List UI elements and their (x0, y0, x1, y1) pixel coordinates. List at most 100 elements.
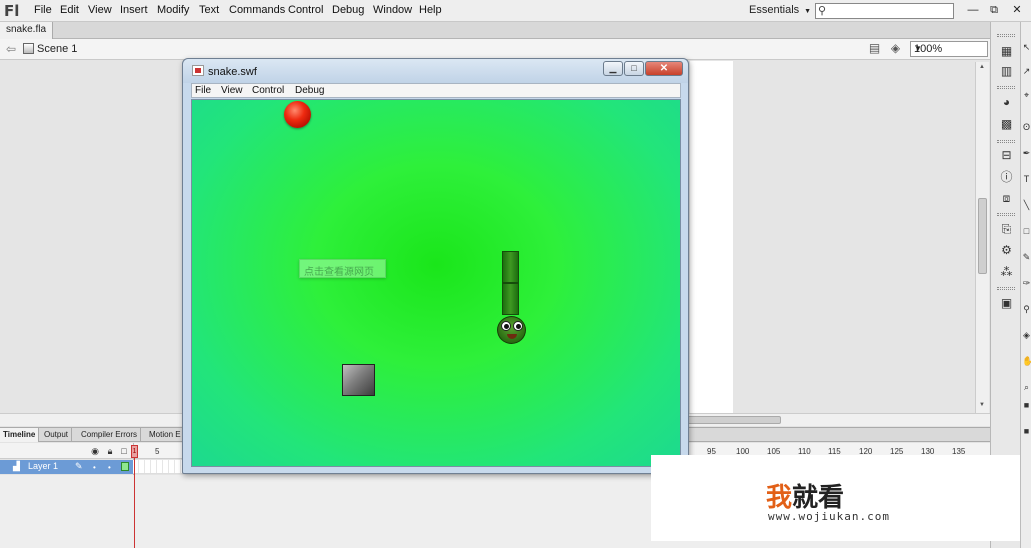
menu-debug[interactable]: Debug (332, 4, 364, 16)
outline-color-swatch[interactable] (121, 462, 129, 471)
snake-eye (501, 321, 511, 331)
chevron-down-icon: ▼ (914, 44, 922, 53)
edit-bar: ⇦ Scene 1 ▤ ◈ 100% ▼ (0, 39, 990, 60)
menu-window[interactable]: Window (373, 4, 412, 16)
visibility-dot[interactable]: • (93, 463, 96, 472)
search-icon: ⚲ (818, 5, 827, 17)
close-button[interactable]: ✕ (1008, 2, 1026, 18)
swf-menu-control[interactable]: Control (252, 85, 284, 96)
eye-icon[interactable]: ◉ (90, 446, 100, 456)
view-source-overlay-button[interactable]: 点击查看源网页 (299, 259, 386, 278)
minimize-button[interactable]: — (964, 2, 982, 18)
pen-tool-icon[interactable]: ✒ (1022, 148, 1031, 159)
lasso-tool-icon[interactable]: ʘ (1022, 122, 1031, 132)
snake-mouth (507, 334, 517, 339)
rectangle-tool-icon[interactable]: □ (1022, 226, 1031, 236)
bone-tool-icon[interactable]: ⚲ (1022, 304, 1031, 315)
align-icon[interactable]: ⊟ (999, 148, 1014, 162)
stroke-color-icon[interactable]: ■ (1022, 400, 1031, 410)
pencil-icon: ✎ (75, 461, 83, 471)
panel-grip[interactable] (997, 34, 1015, 37)
menu-help[interactable]: Help (419, 4, 442, 16)
menu-commands[interactable]: Commands (229, 4, 285, 16)
lock-icon[interactable]: 🔒︎ (105, 446, 115, 456)
game-stage[interactable]: 点击查看源网页 (191, 99, 681, 467)
color-icon[interactable]: ◕ (999, 95, 1014, 109)
properties-icon[interactable]: ▦ (999, 44, 1014, 58)
menu-text[interactable]: Text (199, 4, 219, 16)
free-transform-icon[interactable]: ⌖ (1022, 90, 1031, 101)
menu-modify[interactable]: Modify (157, 4, 189, 16)
pencil-tool-icon[interactable]: ✎ (1022, 252, 1031, 263)
swf-minimize-button[interactable]: ▁ (603, 61, 623, 76)
transform-icon[interactable]: ⧈ (999, 191, 1014, 205)
swf-menu-file[interactable]: File (195, 85, 211, 96)
edit-scene-icon[interactable]: ▤ (866, 41, 883, 56)
swf-menu-debug[interactable]: Debug (295, 85, 324, 96)
menu-file[interactable]: File (34, 4, 52, 16)
tab-compiler-errors[interactable]: Compiler Errors (78, 428, 142, 442)
library-icon[interactable]: ▥ (999, 64, 1014, 78)
panel-grip[interactable] (997, 140, 1015, 143)
gray-obstacle-box (342, 364, 375, 396)
scroll-down-icon[interactable]: ▼ (979, 402, 985, 408)
info-icon[interactable]: ⓘ (999, 170, 1014, 184)
line-tool-icon[interactable]: ╲ (1022, 200, 1031, 211)
tab-output[interactable]: Output (41, 428, 73, 442)
panel-grip[interactable] (997, 287, 1015, 290)
document-tab[interactable]: snake.fla (0, 22, 54, 39)
scroll-up-icon[interactable]: ▲ (979, 64, 985, 70)
playhead[interactable]: 1 (131, 445, 138, 458)
menu-control[interactable]: Control (288, 4, 323, 16)
zoom-select[interactable]: 100% ▼ (910, 41, 988, 57)
selection-tool-icon[interactable]: ↖ (1022, 42, 1031, 53)
search-input[interactable] (831, 5, 949, 17)
scroll-thumb[interactable] (686, 416, 781, 424)
restore-button[interactable]: ⧉ (985, 2, 1003, 18)
hand-tool-icon[interactable]: ✋ (1022, 356, 1031, 367)
menu-view[interactable]: View (88, 4, 112, 16)
zoom-tool-icon[interactable]: ⌕ (1022, 382, 1031, 393)
chevron-down-icon: ▼ (804, 8, 812, 15)
snake-body-segment (502, 283, 519, 315)
panel-grip[interactable] (997, 86, 1015, 89)
tab-timeline[interactable]: Timeline (0, 428, 40, 442)
menu-bar: Fl File Edit View Insert Modify Text Com… (0, 0, 1031, 22)
lock-dot[interactable]: • (108, 463, 111, 472)
components-icon[interactable]: ⚙ (999, 243, 1014, 257)
outline-icon[interactable]: □ (119, 446, 129, 456)
menu-insert[interactable]: Insert (120, 4, 148, 16)
help-search-box[interactable]: ⚲ (815, 3, 954, 19)
document-tab-bar: snake.fla (0, 22, 990, 39)
workspace-switcher[interactable]: Essentials ▼ (749, 4, 811, 16)
motion-presets-icon[interactable]: ⁂ (999, 265, 1014, 279)
scroll-thumb[interactable] (978, 198, 987, 274)
code-snippets-icon[interactable]: ⎘ (999, 222, 1014, 236)
menu-edit[interactable]: Edit (60, 4, 79, 16)
swf-menu-view[interactable]: View (221, 85, 243, 96)
vertical-scrollbar[interactable]: ▲ ▼ (975, 62, 989, 413)
layer-row[interactable]: ▟ Layer 1 ✎ • • (0, 460, 133, 474)
subselection-tool-icon[interactable]: ↗ (1022, 66, 1031, 77)
panel-grip[interactable] (997, 213, 1015, 216)
swf-window-title: snake.swf (208, 66, 257, 78)
scene-label[interactable]: Scene 1 (37, 43, 77, 55)
text-tool-icon[interactable]: T (1022, 174, 1031, 184)
swf-maximize-button[interactable]: □ (624, 61, 644, 76)
edit-symbols-icon[interactable]: ◈ (887, 41, 904, 56)
swf-player-window[interactable]: snake.swf ▁ □ ✕ File View Control Debug … (182, 58, 689, 474)
back-arrow-icon[interactable]: ⇦ (6, 42, 16, 56)
project-icon[interactable]: ▣ (999, 296, 1014, 310)
swatches-icon[interactable]: ▩ (999, 117, 1014, 131)
swf-menu-bar: File View Control Debug (191, 83, 681, 98)
watermark-logo-text: 我就看 (766, 477, 844, 514)
swf-titlebar[interactable]: snake.swf ▁ □ ✕ (183, 59, 688, 83)
swf-close-button[interactable]: ✕ (645, 61, 683, 76)
fill-color-icon[interactable]: ■ (1022, 426, 1031, 436)
layer-name[interactable]: Layer 1 (28, 461, 58, 471)
tab-motion-editor[interactable]: Motion E (146, 428, 185, 442)
brush-tool-icon[interactable]: ✑ (1022, 278, 1031, 289)
scene-icon (23, 43, 34, 54)
paint-bucket-icon[interactable]: ◈ (1022, 330, 1031, 341)
snake-head (497, 316, 526, 344)
